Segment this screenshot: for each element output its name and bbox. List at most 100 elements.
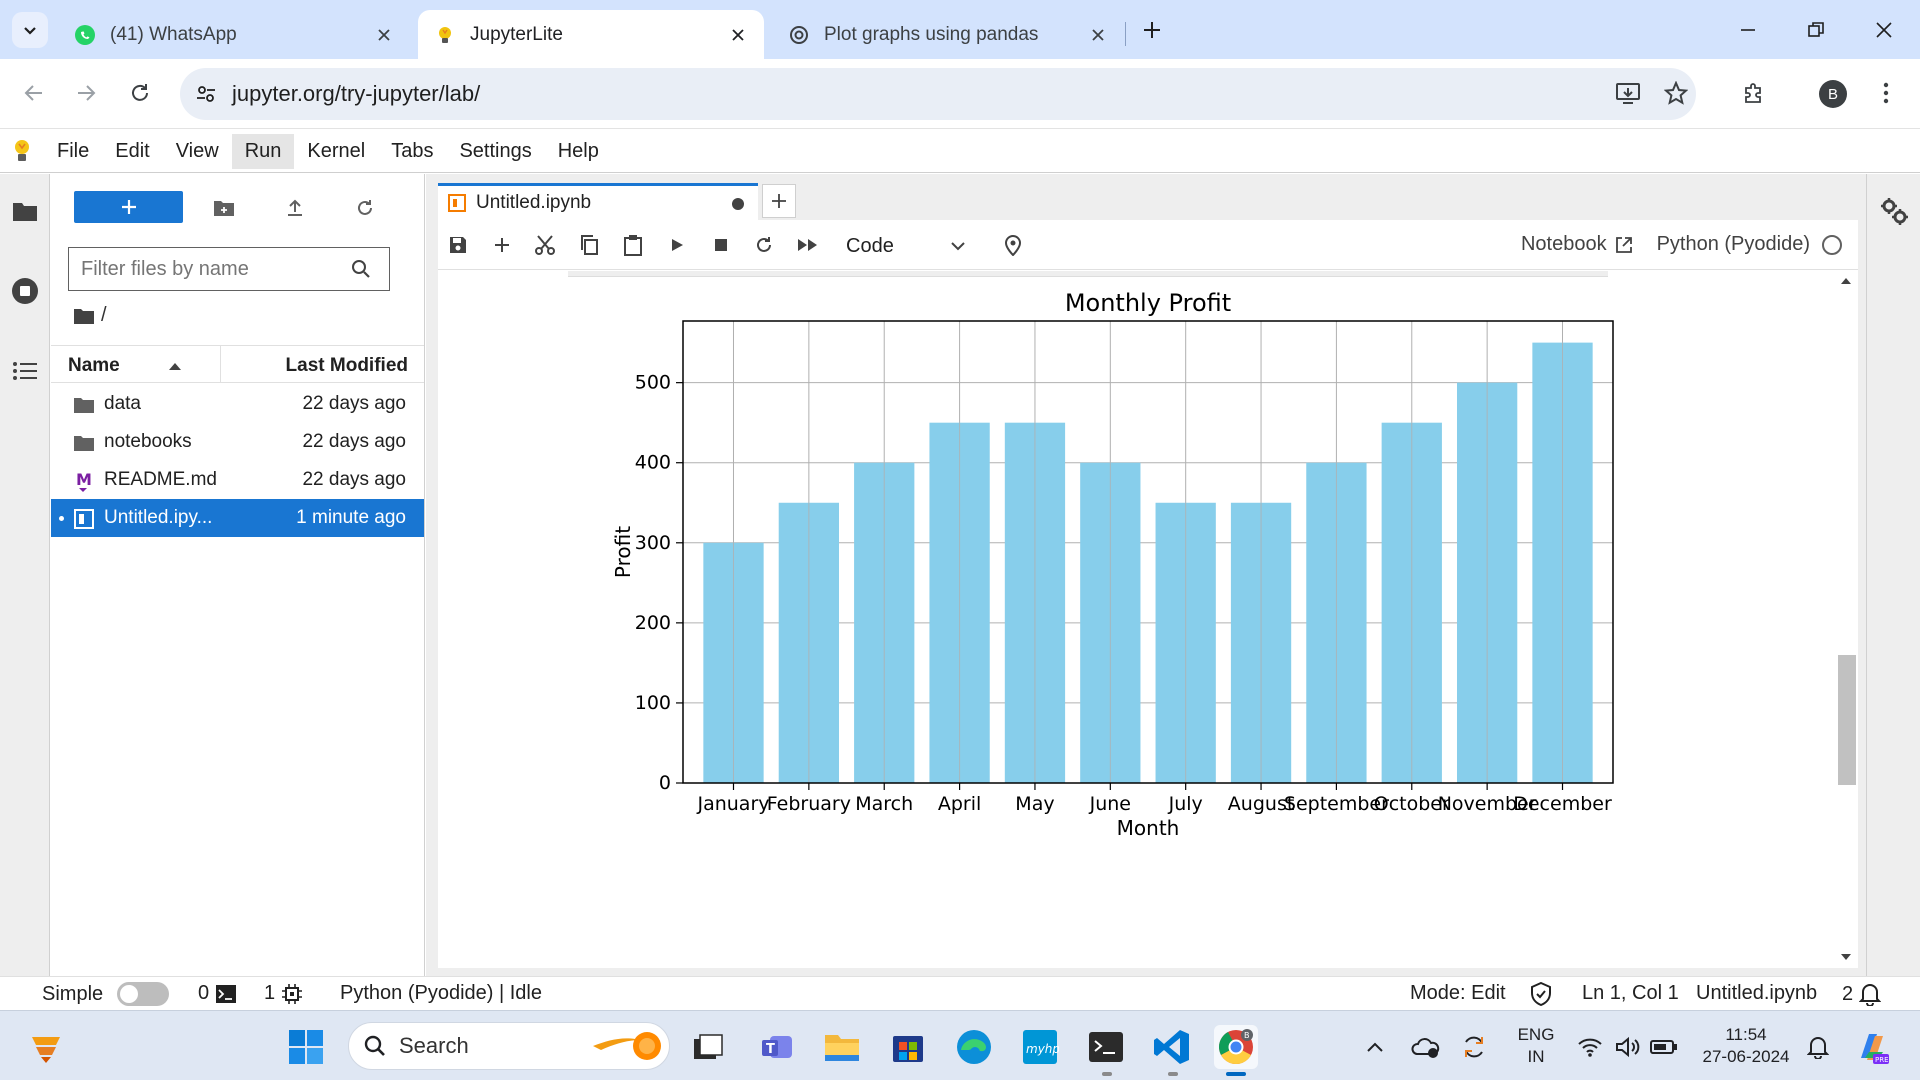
notebook-document-tab[interactable]: Untitled.ipynb [438,183,758,220]
cut-cell-button[interactable] [530,230,560,260]
onedrive-icon[interactable] [1408,1025,1444,1069]
notebook-scrollbar[interactable] [1834,271,1858,968]
column-header-last-modified[interactable]: Last Modified [286,355,408,377]
microsoft-store-icon[interactable] [886,1025,930,1069]
start-button[interactable] [284,1025,328,1069]
new-document-tab-button[interactable] [762,184,796,218]
browser-tab-jupyterlite[interactable]: JupyterLite [418,10,764,59]
svg-text:B: B [1244,1031,1250,1040]
file-browser-tab[interactable] [8,194,42,228]
save-button[interactable] [443,230,473,260]
paste-cell-button[interactable] [618,230,648,260]
myhp-icon[interactable]: myhp [1018,1025,1062,1069]
volume-icon[interactable] [1610,1025,1646,1069]
file-row-untitled-notebook[interactable]: Untitled.ipy... 1 minute ago [51,499,424,537]
bookmark-button[interactable] [1656,73,1696,113]
filter-files-input[interactable] [81,257,351,281]
new-tab-button[interactable] [1136,14,1168,46]
vscode-icon[interactable] [1150,1025,1194,1069]
notification-bell-icon[interactable] [1800,1025,1836,1069]
notifications-status[interactable]: 2 [1842,982,1882,1006]
sort-ascending-icon [168,363,181,370]
tab-search-button[interactable] [12,12,48,48]
show-hidden-icons-chevron-icon[interactable] [1360,1025,1390,1069]
restart-kernel-button[interactable] [749,230,779,260]
menu-run[interactable]: Run [231,133,295,169]
task-view-icon[interactable] [686,1025,730,1069]
terminals-status[interactable]: 0 [198,982,237,1005]
file-modified: 22 days ago [302,431,406,452]
menu-help[interactable]: Help [545,134,612,169]
folder-icon[interactable] [73,307,95,325]
menu-file[interactable]: File [44,134,102,169]
edge-browser-icon[interactable] [952,1025,996,1069]
insert-cell-button[interactable] [487,230,517,260]
restart-run-all-button[interactable] [793,230,823,260]
refresh-file-list-button[interactable] [349,192,381,224]
browser-tab-plot-graphs[interactable]: Plot graphs using pandas [772,10,1124,59]
column-divider[interactable] [220,346,221,382]
kernel-name[interactable]: Python (Pyodide) [1657,233,1810,256]
file-row-notebooks[interactable]: notebooks 22 days ago [51,423,424,461]
table-of-contents-tab[interactable] [8,354,42,388]
address-bar[interactable]: jupyter.org/try-jupyter/lab/ [180,68,1696,120]
scroll-down-arrow-icon[interactable] [1840,951,1852,963]
reload-button[interactable] [120,73,160,113]
copy-cell-button[interactable] [574,230,604,260]
forward-button[interactable] [66,73,106,113]
profile-avatar[interactable]: B [1819,80,1847,108]
menu-edit[interactable]: Edit [102,134,162,169]
new-folder-button[interactable] [208,192,240,224]
upload-icon [288,199,302,216]
wifi-icon[interactable] [1572,1025,1608,1069]
upload-button[interactable] [279,192,311,224]
breadcrumb-root[interactable]: / [101,304,107,327]
teams-icon[interactable]: T [756,1025,800,1069]
unsaved-changes-dot[interactable] [732,198,744,210]
terminal-app-icon[interactable] [1084,1025,1128,1069]
close-tab-icon[interactable] [726,23,750,47]
debugger-button[interactable] [998,230,1028,260]
simple-mode-toggle[interactable] [117,982,170,1006]
copilot-icon[interactable]: PRE [1850,1025,1894,1069]
kernel-status-text[interactable]: Python (Pyodide) | Idle [340,982,542,1005]
column-header-name[interactable]: Name [68,355,182,377]
close-tab-icon[interactable] [372,23,396,47]
menu-view[interactable]: View [163,134,232,169]
widgets-icon[interactable] [24,1025,68,1069]
sync-icon[interactable] [1456,1025,1492,1069]
restore-button[interactable] [1788,8,1844,52]
taskbar-search[interactable]: Search [348,1022,670,1070]
file-row-readme[interactable]: M README.md 22 days ago [51,461,424,499]
run-cell-button[interactable] [662,230,692,260]
browser-menu-button[interactable] [1866,73,1906,113]
back-button[interactable] [14,73,54,113]
file-row-data[interactable]: data 22 days ago [51,385,424,423]
menu-settings[interactable]: Settings [446,134,544,169]
chrome-icon[interactable]: B [1214,1025,1258,1069]
site-settings-icon[interactable] [180,83,232,105]
kernels-status[interactable]: 1 [264,982,303,1005]
minimize-button[interactable] [1720,8,1776,52]
browser-tab-whatsapp[interactable]: (41) WhatsApp [58,10,410,59]
input-language[interactable]: ENG IN [1516,1024,1556,1068]
cursor-position[interactable]: Ln 1, Col 1 [1582,982,1679,1005]
battery-icon[interactable] [1646,1025,1682,1069]
close-tab-icon[interactable] [1086,23,1110,47]
extensions-button[interactable] [1734,73,1774,113]
install-app-button[interactable] [1608,73,1648,113]
running-sessions-tab[interactable] [8,274,42,308]
cell-type-select[interactable]: Code [846,232,966,260]
interrupt-kernel-button[interactable] [706,230,736,260]
trusted-shield-icon[interactable] [1530,982,1552,1006]
close-window-button[interactable] [1856,8,1912,52]
property-inspector-gears-icon[interactable] [1879,196,1909,226]
new-launcher-button[interactable] [74,191,183,223]
file-explorer-icon[interactable] [820,1025,864,1069]
open-in-notebook-link[interactable]: Notebook [1521,233,1607,256]
scrollbar-thumb[interactable] [1838,655,1856,785]
scroll-up-arrow-icon[interactable] [1840,275,1852,287]
menu-tabs[interactable]: Tabs [378,134,446,169]
menu-kernel[interactable]: Kernel [294,134,378,169]
clock[interactable]: 11:54 27-06-2024 [1696,1024,1796,1068]
